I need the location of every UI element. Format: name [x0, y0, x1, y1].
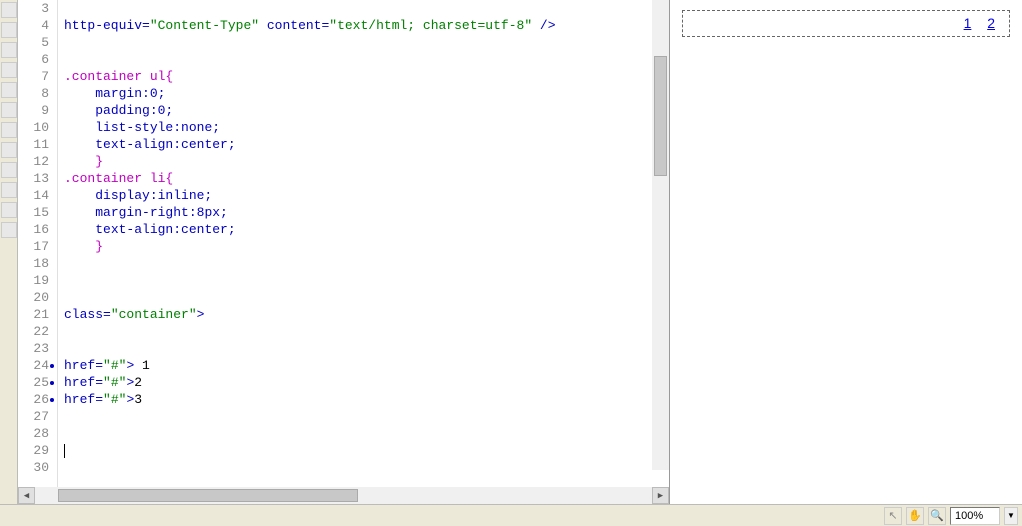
zoom-level-input[interactable]: 100%: [950, 507, 1000, 525]
toolbar-btn[interactable]: [1, 42, 17, 58]
scrollbar-thumb[interactable]: [654, 56, 667, 176]
line-number-gutter: 3456789101112131415161718192021222324252…: [18, 0, 58, 487]
horizontal-scrollbar[interactable]: ◀ ▶: [18, 487, 669, 504]
toolbar-btn[interactable]: [1, 182, 17, 198]
preview-container: 1 2: [682, 10, 1010, 37]
preview-list: 1 2: [689, 15, 1003, 32]
scroll-right-arrow[interactable]: ▶: [652, 487, 669, 504]
toolbar-btn[interactable]: [1, 162, 17, 178]
toolbar-btn[interactable]: [1, 222, 17, 238]
toolbar-btn[interactable]: [1, 82, 17, 98]
code-editor-panel: 3456789101112131415161718192021222324252…: [18, 0, 670, 504]
toolbar-btn[interactable]: [1, 122, 17, 138]
toolbar-btn[interactable]: [1, 22, 17, 38]
scrollbar-thumb[interactable]: [58, 489, 358, 502]
hand-tool-icon[interactable]: ✋: [906, 507, 924, 525]
preview-panel: 1 2: [670, 0, 1022, 504]
toolbar-btn[interactable]: [1, 2, 17, 18]
scroll-left-arrow[interactable]: ◀: [18, 487, 35, 504]
left-toolbar: [0, 0, 18, 504]
preview-link-1[interactable]: 1: [964, 15, 972, 31]
list-item: 2: [987, 17, 995, 32]
list-item: 1: [964, 17, 972, 32]
pointer-tool-icon[interactable]: ↖: [884, 507, 902, 525]
toolbar-btn[interactable]: [1, 142, 17, 158]
vertical-scrollbar[interactable]: [652, 0, 669, 470]
toolbar-btn[interactable]: [1, 102, 17, 118]
status-bar: ↖ ✋ 🔍 100% ▼: [0, 504, 1022, 526]
preview-link-2[interactable]: 2: [987, 15, 995, 31]
toolbar-btn[interactable]: [1, 62, 17, 78]
zoom-dropdown[interactable]: ▼: [1004, 507, 1018, 525]
preview-area[interactable]: 1 2: [670, 0, 1022, 504]
toolbar-btn[interactable]: [1, 202, 17, 218]
zoom-value: 100%: [955, 510, 983, 522]
zoom-tool-icon[interactable]: 🔍: [928, 507, 946, 525]
code-editor[interactable]: http-equiv="Content-Type" content="text/…: [58, 0, 669, 487]
